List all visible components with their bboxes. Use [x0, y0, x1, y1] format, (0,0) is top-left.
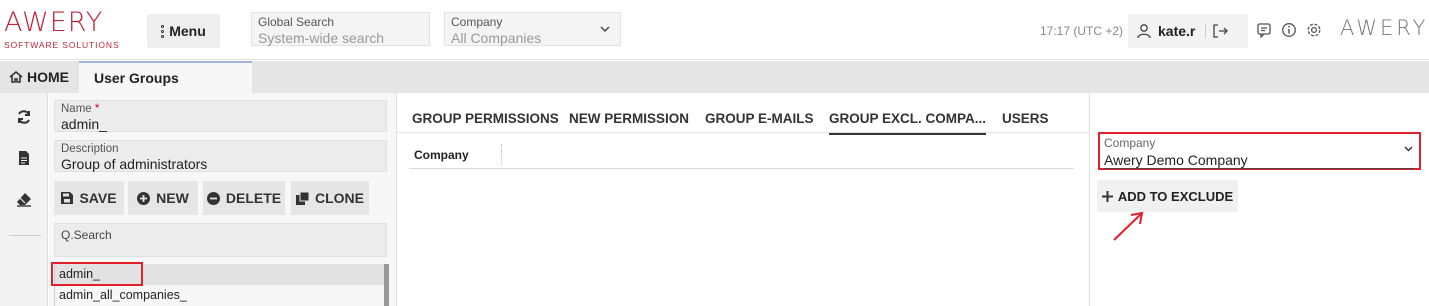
menu-dots-icon [161, 24, 165, 38]
plus-circle-icon [137, 191, 151, 205]
exclude-panel: Company Awery Demo Company ADD TO EXCLUD… [1091, 93, 1429, 306]
quick-search-label: Q.Search [61, 228, 112, 242]
tabs-bar: HOME User Groups [0, 61, 1429, 93]
clone-label: CLONE [315, 190, 364, 206]
user-icon [1137, 24, 1151, 39]
grid-header: Company [409, 140, 1074, 169]
side-divider [9, 235, 41, 236]
awery-logo[interactable]: AWERY SOFTWARE SOLUTIONS [4, 8, 122, 52]
save-icon [61, 192, 74, 204]
list-item[interactable]: admin_all_companies_ [54, 285, 384, 306]
delete-label: DELETE [225, 190, 282, 206]
chat-icon[interactable] [1256, 22, 1272, 38]
top-header: AWERY SOFTWARE SOLUTIONS Menu Global Sea… [0, 0, 1429, 60]
document-icon[interactable] [15, 150, 33, 166]
delete-button[interactable]: DELETE [203, 181, 285, 215]
new-label: NEW [156, 190, 189, 206]
name-field[interactable]: Name * admin_ [54, 100, 387, 132]
tab-user-groups[interactable]: User Groups [79, 61, 252, 93]
save-button[interactable]: SAVE [54, 181, 124, 215]
tab-new-permission[interactable]: NEW PERMISSION [569, 111, 689, 126]
chevron-down-icon [600, 26, 610, 33]
global-search-label: Global Search [258, 15, 335, 29]
logout-icon[interactable] [1212, 24, 1229, 38]
permissions-content: GROUP PERMISSIONS NEW PERMISSION GROUP E… [397, 93, 1090, 306]
name-label: Name * [61, 103, 100, 115]
name-value: admin_ [61, 116, 107, 132]
company-select-label: Company [451, 15, 503, 29]
refresh-icon[interactable] [15, 109, 33, 125]
logo-subtitle: SOFTWARE SOLUTIONS [4, 40, 120, 50]
tab-group-emails[interactable]: GROUP E-MAILS [705, 111, 814, 126]
username: kate.r [1158, 23, 1196, 39]
minus-circle-icon [206, 191, 220, 205]
company-select[interactable]: Company All Companies [444, 12, 621, 46]
exclude-company-label: Company [1104, 136, 1156, 150]
company-select-value: All Companies [451, 30, 542, 46]
global-search-placeholder: System-wide search [258, 30, 385, 46]
side-toolbar [0, 93, 48, 306]
description-field[interactable]: Description Group of administrators [54, 140, 387, 172]
tab-home[interactable]: HOME [0, 61, 78, 93]
tab-user-groups-label: User Groups [94, 70, 179, 86]
logo-text: AWERY [4, 7, 104, 38]
menu-label: Menu [169, 23, 206, 39]
gear-icon[interactable] [1306, 22, 1322, 38]
home-icon [9, 71, 23, 83]
save-label: SAVE [79, 190, 117, 206]
column-resize-handle[interactable] [501, 144, 502, 164]
description-label: Description [61, 143, 119, 155]
tab-home-label: HOME [27, 69, 69, 85]
new-button[interactable]: NEW [128, 181, 198, 215]
chevron-down-icon [1404, 146, 1413, 152]
exclude-company-value: Awery Demo Company [1104, 152, 1414, 169]
plus-icon [1101, 190, 1113, 202]
tab-group-permissions[interactable]: GROUP PERMISSIONS [412, 111, 559, 126]
highlight-box [51, 262, 143, 286]
quick-search-input[interactable]: Q.Search [54, 223, 387, 257]
menu-button[interactable]: Menu [147, 14, 220, 48]
tab-users[interactable]: USERS [1002, 111, 1049, 126]
add-to-exclude-label: ADD TO EXCLUDE [1117, 188, 1234, 204]
global-search-input[interactable]: Global Search System-wide search [251, 12, 430, 46]
annotation-arrow-icon [1113, 211, 1144, 241]
user-separator [1205, 24, 1207, 38]
grid-column-company[interactable]: Company [414, 148, 469, 162]
description-value: Group of administrators [61, 156, 208, 172]
tabs-underline [397, 132, 1090, 133]
info-icon[interactable] [1281, 22, 1297, 38]
clone-button[interactable]: CLONE [291, 181, 369, 215]
required-marker: * [94, 103, 100, 115]
user-menu-button[interactable]: kate.r [1128, 14, 1248, 48]
clone-icon [296, 191, 309, 205]
awery-logo-right: AWERY [1340, 16, 1429, 40]
timezone-display: 17:17 (UTC +2) [1040, 24, 1124, 38]
eraser-icon[interactable] [15, 191, 33, 207]
list-scrollbar[interactable] [384, 264, 389, 306]
exclude-company-select[interactable]: Company Awery Demo Company [1098, 132, 1421, 170]
